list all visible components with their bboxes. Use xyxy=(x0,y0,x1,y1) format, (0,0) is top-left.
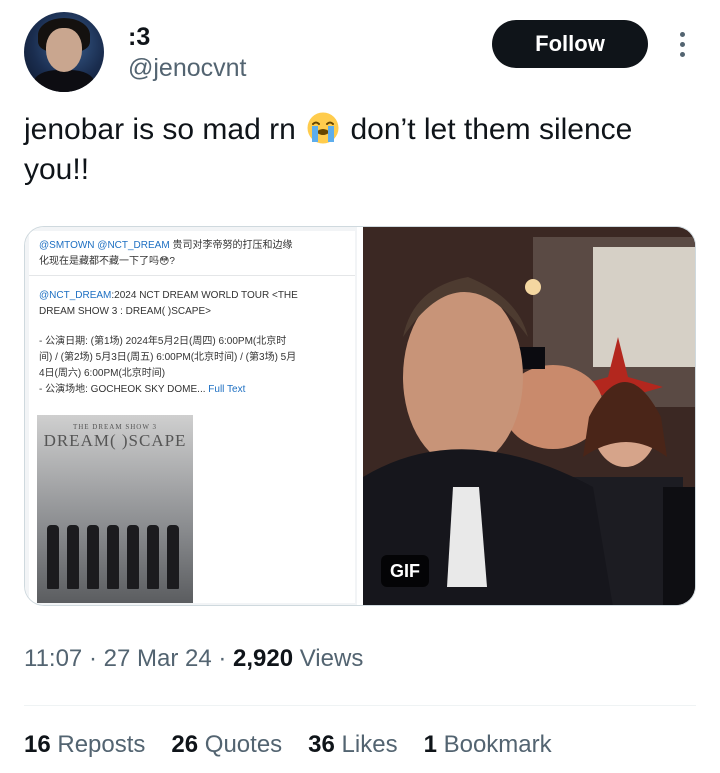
embedded-line: 间) / (第2场) 5月3日(周五) 6:00PM(北京时间) / (第3场)… xyxy=(39,352,297,363)
embedded-line: DREAM SHOW 3 : DREAM( )SCAPE> xyxy=(39,306,211,317)
meta-separator: · xyxy=(82,645,104,672)
tweet-header: :3 @jenocvnt Follow xyxy=(24,12,696,92)
tweet-meta: 11:07 · 27 Mar 24 · 2,920 Views xyxy=(24,645,363,673)
embedded-line: @SMTOWN @NCT_DREAM 贵司对李帝努的打压和边缘 xyxy=(39,239,292,253)
embedded-post-screenshot: @SMTOWN @NCT_DREAM 贵司对李帝努的打压和边缘 化现在是藏都不藏… xyxy=(29,231,355,603)
poster-figure xyxy=(67,525,79,589)
concert-poster: THE DREAM SHOW 3 DREAM( )SCAPE xyxy=(37,415,193,603)
avatar[interactable] xyxy=(24,12,104,92)
user-handle[interactable]: @jenocvnt xyxy=(128,52,247,84)
bookmarks-stat[interactable]: 1 Bookmark xyxy=(424,731,552,759)
media-grid: @SMTOWN @NCT_DREAM 贵司对李帝努的打压和边缘 化现在是藏都不藏… xyxy=(24,226,696,606)
views-label: Views xyxy=(293,645,364,672)
likes-label: Likes xyxy=(334,731,398,758)
embedded-text: 贵司对李帝努的打压和边缘 xyxy=(169,240,293,251)
reposts-count: 16 xyxy=(24,731,51,758)
media-gif[interactable]: GIF xyxy=(363,227,695,605)
reposts-stat[interactable]: 16 Reposts xyxy=(24,731,145,759)
divider xyxy=(24,705,696,706)
embedded-line: - 公演日期: (第1场) 2024年5月2日(周四) 6:00PM(北京时 xyxy=(39,336,287,347)
poster-figure xyxy=(47,525,59,589)
dot xyxy=(679,51,685,57)
poster-figure xyxy=(147,525,159,589)
bookmarks-count: 1 xyxy=(423,731,437,758)
embedded-text: :2024 NCT DREAM WORLD TOUR <THE xyxy=(111,290,298,301)
gif-badge: GIF xyxy=(381,555,429,587)
bookmarks-label: Bookmark xyxy=(436,731,552,758)
engagement-stats: 16 Reposts 26 Quotes 36 Likes 1 Bookmark xyxy=(24,731,552,759)
poster-title: THE DREAM SHOW 3 DREAM( )SCAPE xyxy=(37,423,193,451)
meta-separator: · xyxy=(211,645,233,672)
tweet-time[interactable]: 11:07 xyxy=(24,645,82,672)
display-name[interactable]: :3 xyxy=(128,22,247,52)
reposts-label: Reposts xyxy=(50,731,146,758)
views-count: 2,920 xyxy=(233,645,294,672)
poster-figure xyxy=(127,525,139,589)
embedded-line: 4日(周六) 6:00PM(北京时间) xyxy=(39,368,166,379)
poster-figure xyxy=(87,525,99,589)
loudly-crying-face-icon xyxy=(306,111,340,145)
follow-button[interactable]: Follow xyxy=(492,20,648,68)
embedded-line: @NCT_DREAM:2024 NCT DREAM WORLD TOUR <TH… xyxy=(39,289,298,303)
quotes-stat[interactable]: 26 Quotes xyxy=(171,731,282,759)
poster-headline: DREAM( )SCAPE xyxy=(43,431,187,450)
embedded-mentions: @SMTOWN @NCT_DREAM xyxy=(39,240,170,251)
poster-subtitle: THE DREAM SHOW 3 xyxy=(72,423,158,431)
quotes-count: 26 xyxy=(171,731,199,758)
tweet-text: jenobar is so mad rn don’t let them sile… xyxy=(24,110,696,190)
dot xyxy=(679,41,685,47)
tweet-date[interactable]: 27 Mar 24 xyxy=(104,645,212,672)
user-names: :3 @jenocvnt xyxy=(128,22,247,84)
embedded-text: - 公演场地: GOCHEOK SKY DOME... xyxy=(39,384,206,395)
embedded-mention: @NCT_DREAM xyxy=(39,290,112,301)
gif-frame-illustration xyxy=(363,227,695,605)
likes-stat[interactable]: 36 Likes xyxy=(308,731,397,759)
quotes-label: Quotes xyxy=(198,731,283,758)
more-options-icon[interactable] xyxy=(668,24,696,64)
likes-count: 36 xyxy=(308,731,335,758)
embedded-divider xyxy=(29,275,355,276)
tweet-text-part-1: jenobar is so mad rn xyxy=(24,113,296,146)
avatar-body-shape xyxy=(34,70,94,92)
embedded-line: 化现在是藏都不藏一下了吗😳? xyxy=(39,256,175,267)
embedded-line: - 公演场地: GOCHEOK SKY DOME... Full Text xyxy=(39,383,245,397)
full-text-link: Full Text xyxy=(205,384,246,395)
poster-figure xyxy=(107,525,119,589)
avatar-face-shape xyxy=(46,28,82,72)
dot xyxy=(679,31,685,37)
poster-figure xyxy=(167,525,179,589)
media-image-screenshot[interactable]: @SMTOWN @NCT_DREAM 贵司对李帝努的打压和边缘 化现在是藏都不藏… xyxy=(25,227,357,605)
